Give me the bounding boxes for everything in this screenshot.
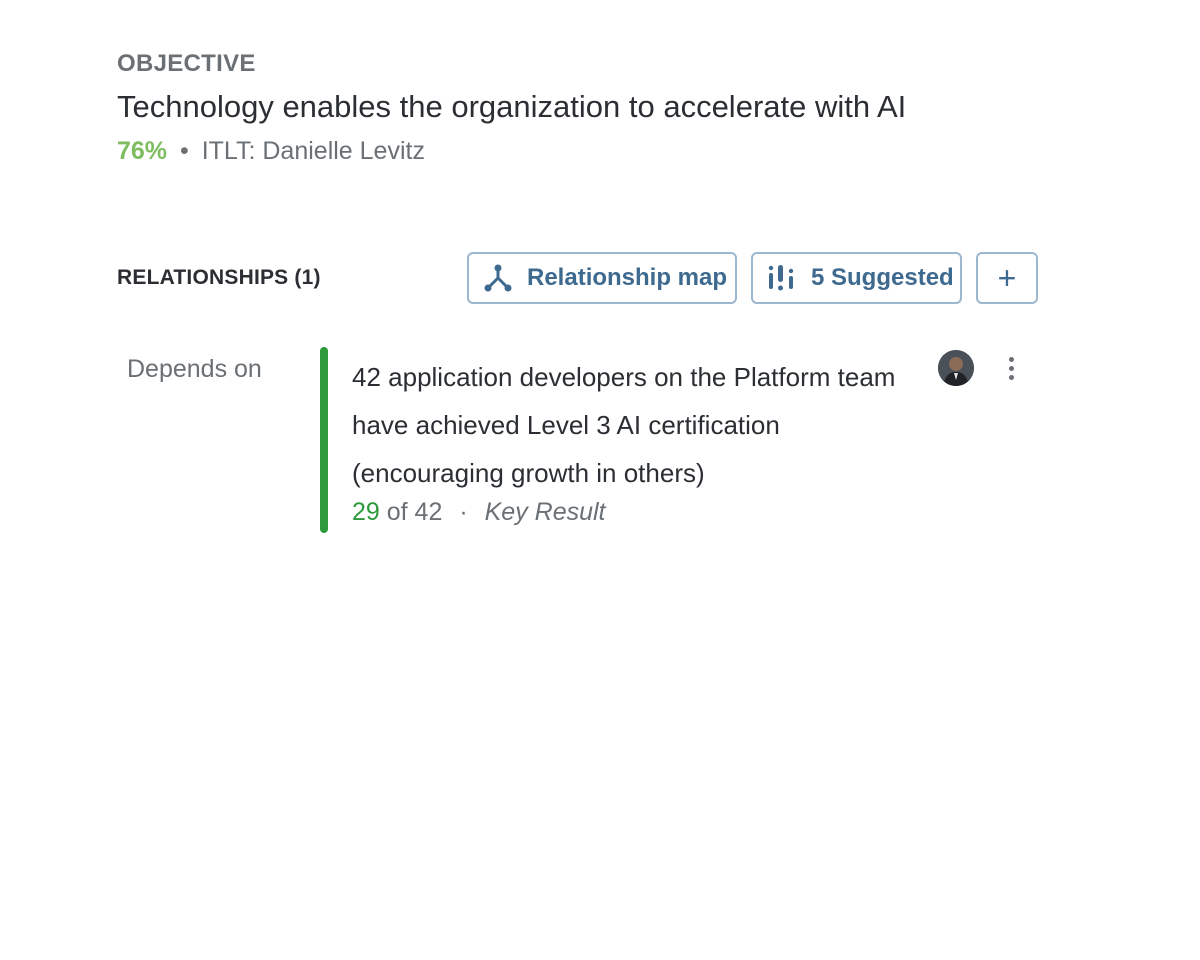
key-result-type: Key Result xyxy=(484,498,606,526)
meta-separator: • xyxy=(180,137,189,165)
objective-meta: 76% • ITLT: Danielle Levitz xyxy=(117,137,425,166)
suggested-icon xyxy=(767,263,797,293)
suggested-label: 5 Suggested xyxy=(811,264,954,291)
objective-progress: 76% xyxy=(117,137,168,165)
objective-title: Technology enables the organization to a… xyxy=(117,89,907,124)
relationships-heading: RELATIONSHIPS (1) xyxy=(117,266,321,289)
key-result-meta: 29 of 42 · Key Result xyxy=(352,498,606,527)
owner-avatar[interactable] xyxy=(938,350,974,386)
meta-separator: · xyxy=(459,498,468,526)
relationship-map-button[interactable]: Relationship map xyxy=(467,252,737,304)
objective-owner: ITLT: Danielle Levitz xyxy=(201,137,425,165)
key-result-target: of 42 xyxy=(386,498,443,526)
status-bar xyxy=(320,347,328,533)
key-result-current: 29 xyxy=(352,498,380,526)
relationship-map-icon xyxy=(483,263,513,293)
add-relationship-button[interactable]: + xyxy=(976,252,1038,304)
objective-label: OBJECTIVE xyxy=(117,50,256,77)
more-options-icon[interactable] xyxy=(998,352,1024,384)
relation-type-label: Depends on xyxy=(127,355,262,383)
suggested-button[interactable]: 5 Suggested xyxy=(751,252,962,304)
relationship-map-label: Relationship map xyxy=(527,264,728,291)
key-result-title[interactable]: 42 application developers on the Platfor… xyxy=(352,353,912,497)
plus-icon: + xyxy=(997,260,1017,296)
